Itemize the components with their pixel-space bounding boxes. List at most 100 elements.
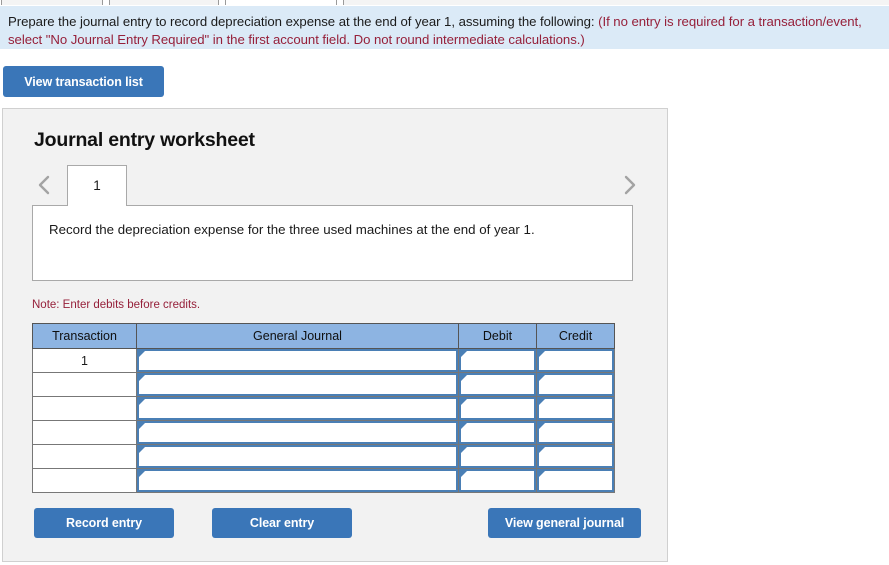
debit-input-shell (459, 421, 536, 444)
dropdown-corner-marker-icon (539, 423, 545, 429)
instruction-text: Prepare the journal entry to record depr… (8, 13, 881, 49)
cell-account-input (136, 444, 459, 469)
credit-input-shell (537, 421, 614, 444)
cell-debit-input (458, 348, 537, 373)
credit-input-2[interactable] (546, 375, 609, 394)
debit-input-2[interactable] (468, 375, 531, 394)
dropdown-corner-marker-icon (461, 399, 467, 405)
cell-account-input (136, 468, 459, 493)
cell-transaction-number: 1 (32, 348, 137, 373)
worksheet-tab-row: 1 (31, 164, 641, 206)
cell-debit-input (458, 396, 537, 421)
debit-input-shell (459, 445, 536, 468)
cell-debit-input (458, 444, 537, 469)
column-header-debit: Debit (458, 323, 537, 349)
account-input-shell (137, 469, 458, 492)
credit-input-shell (537, 397, 614, 420)
dropdown-corner-marker-icon (139, 471, 145, 477)
account-input-6[interactable] (146, 471, 453, 490)
cell-debit-input (458, 420, 537, 445)
partial-tab-4[interactable] (343, 0, 889, 5)
account-input-2[interactable] (146, 375, 453, 394)
dropdown-corner-marker-icon (139, 423, 145, 429)
credit-input-5[interactable] (546, 447, 609, 466)
instruction-banner: Prepare the journal entry to record depr… (0, 6, 889, 49)
credit-input-6[interactable] (546, 471, 609, 490)
column-header-general-journal: General Journal (136, 323, 459, 349)
cell-account-input (136, 348, 459, 373)
debit-input-shell (459, 373, 536, 396)
chevron-right-icon[interactable] (617, 172, 641, 198)
dropdown-corner-marker-icon (539, 351, 545, 357)
debit-input-shell (459, 469, 536, 492)
cell-credit-input (536, 396, 615, 421)
worksheet-tab-1[interactable]: 1 (67, 165, 127, 206)
table-row (32, 396, 615, 421)
cell-transaction-number (32, 468, 137, 493)
record-entry-button[interactable]: Record entry (34, 508, 174, 538)
table-row (32, 468, 615, 493)
worksheet-prompt-box: Record the depreciation expense for the … (32, 205, 633, 281)
debits-before-credits-note: Note: Enter debits before credits. (32, 299, 201, 311)
debit-input-1[interactable] (468, 351, 531, 370)
column-header-credit: Credit (536, 323, 615, 349)
account-input-3[interactable] (146, 399, 453, 418)
debit-input-4[interactable] (468, 423, 531, 442)
account-input-1[interactable] (146, 351, 453, 370)
credit-input-shell (537, 349, 614, 372)
view-transaction-list-button[interactable]: View transaction list (3, 66, 164, 97)
table-header-row: Transaction General Journal Debit Credit (32, 323, 615, 349)
cell-transaction-number (32, 420, 137, 445)
instruction-primary-text: Prepare the journal entry to record depr… (8, 14, 599, 29)
cell-credit-input (536, 444, 615, 469)
account-input-shell (137, 445, 458, 468)
page-title: Journal entry worksheet (34, 129, 255, 151)
credit-input-3[interactable] (546, 399, 609, 418)
cell-account-input (136, 396, 459, 421)
debit-input-5[interactable] (468, 447, 531, 466)
credit-input-4[interactable] (546, 423, 609, 442)
table-row (32, 372, 615, 397)
journal-table-body: 1 (32, 348, 615, 493)
journal-entry-table: Transaction General Journal Debit Credit… (32, 323, 615, 493)
dropdown-corner-marker-icon (539, 471, 545, 477)
cell-account-input (136, 372, 459, 397)
clear-entry-button[interactable]: Clear entry (212, 508, 352, 538)
dropdown-corner-marker-icon (139, 447, 145, 453)
account-input-shell (137, 349, 458, 372)
journal-entry-worksheet-panel: Journal entry worksheet 1 Record the dep… (2, 108, 668, 562)
dropdown-corner-marker-icon (461, 423, 467, 429)
dropdown-corner-marker-icon (461, 471, 467, 477)
cell-account-input (136, 420, 459, 445)
cell-credit-input (536, 348, 615, 373)
partial-tab-3[interactable] (225, 0, 337, 5)
debit-input-6[interactable] (468, 471, 531, 490)
partial-tab-1[interactable] (1, 0, 103, 5)
credit-input-shell (537, 445, 614, 468)
account-input-4[interactable] (146, 423, 453, 442)
table-row (32, 420, 615, 445)
cell-debit-input (458, 372, 537, 397)
cell-credit-input (536, 468, 615, 493)
chevron-left-icon[interactable] (33, 172, 57, 198)
table-row (32, 444, 615, 469)
cell-debit-input (458, 468, 537, 493)
view-general-journal-button[interactable]: View general journal (488, 508, 641, 538)
dropdown-corner-marker-icon (461, 375, 467, 381)
dropdown-corner-marker-icon (539, 375, 545, 381)
credit-input-shell (537, 469, 614, 492)
cell-transaction-number (32, 444, 137, 469)
table-row: 1 (32, 348, 615, 373)
debit-input-3[interactable] (468, 399, 531, 418)
cell-credit-input (536, 372, 615, 397)
worksheet-prompt-text: Record the depreciation expense for the … (49, 222, 535, 237)
partial-tab-2[interactable] (109, 0, 219, 5)
cell-transaction-number (32, 396, 137, 421)
credit-input-1[interactable] (546, 351, 609, 370)
dropdown-corner-marker-icon (539, 447, 545, 453)
account-input-shell (137, 397, 458, 420)
dropdown-corner-marker-icon (139, 375, 145, 381)
debit-input-shell (459, 397, 536, 420)
account-input-5[interactable] (146, 447, 453, 466)
column-header-transaction: Transaction (32, 323, 137, 349)
